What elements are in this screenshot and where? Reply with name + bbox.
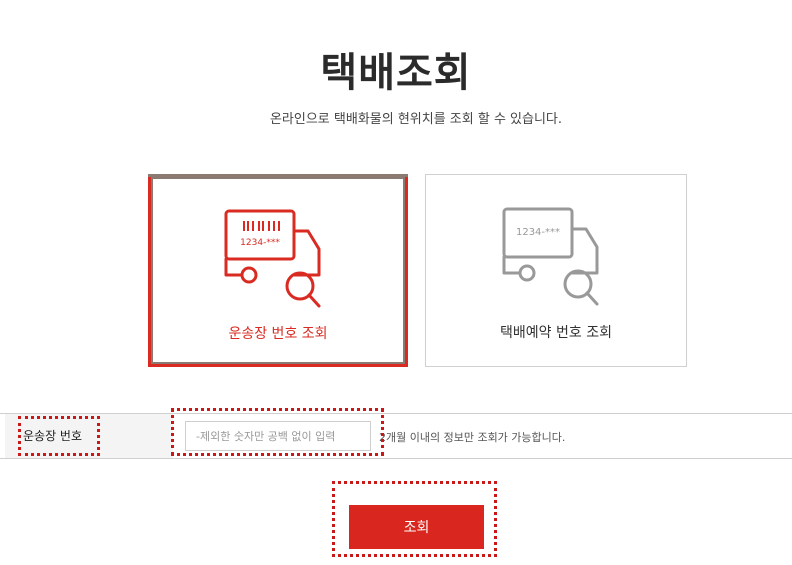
card-label: 택배예약 번호 조회 [500,325,612,341]
tracking-number-label: 운송장 번호 [23,429,83,443]
card-label: 운송장 번호 조회 [228,326,328,342]
waybill-number-lookup-tab[interactable]: 1234-*** 운송장 번호 조회 [148,174,408,367]
page-title: 택배조회 [320,50,472,96]
card-number-text: 1234-*** [240,238,280,248]
search-button[interactable]: 조회 [349,505,484,549]
tracking-number-input[interactable] [185,421,371,451]
page-subtitle: 온라인으로 택배화물의 현위치를 조회 할 수 있습니다. [269,112,563,127]
truck-search-icon: 1234-*** [502,207,599,306]
helper-text: 2개월 이내의 정보만 조회가 가능합니다. [379,431,566,444]
truck-barcode-search-icon: 1234-*** [224,209,321,308]
card-number-text: 1234-*** [516,227,560,238]
reservation-number-lookup-tab[interactable]: 1234-*** 택배예약 번호 조회 [425,174,687,367]
form-label-cell: 운송장 번호 [5,414,173,458]
